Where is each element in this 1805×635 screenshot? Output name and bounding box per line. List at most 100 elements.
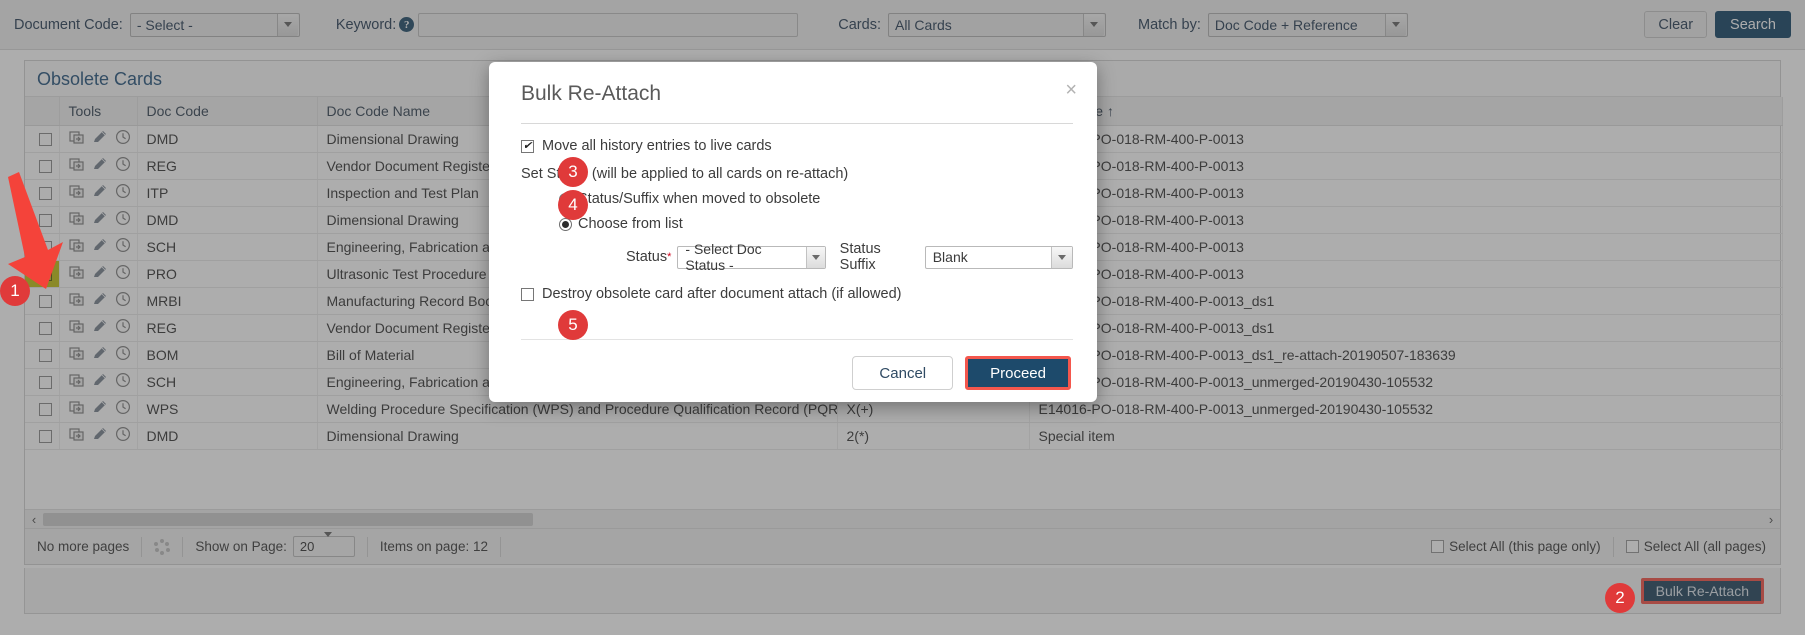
radio-status-when-obsolete-label: Status/Suffix when moved to obsolete (578, 191, 821, 207)
checkbox-box (39, 376, 53, 390)
copy-move-icon[interactable] (68, 399, 85, 415)
cell-reference: E14016-PO-018-RM-400-P-0013_ds1 (1029, 287, 1783, 315)
bulk-re-attach-button[interactable]: Bulk Re-Attach (1640, 577, 1764, 604)
edit-pencil-icon[interactable] (92, 210, 108, 226)
cell-reference: E14016-PO-018-RM-400-P-0013_ds1 (1029, 314, 1783, 342)
history-clock-icon[interactable] (115, 318, 131, 334)
row-tools[interactable] (59, 368, 138, 396)
cell-doc-code: ITP (137, 179, 318, 207)
row-select-checkbox[interactable] (25, 395, 60, 423)
cell-doc-code: SCH (137, 368, 318, 396)
proceed-button[interactable]: Proceed (965, 356, 1071, 390)
select-all-pages-checkbox[interactable]: Select All (all pages) (1625, 539, 1766, 554)
keyword-input[interactable] (418, 12, 799, 37)
edit-pencil-icon[interactable] (92, 183, 108, 199)
select-all-this-page-checkbox[interactable]: Select All (this page only) (1431, 539, 1601, 554)
chevron-down-icon (1050, 246, 1072, 268)
bulk-action-bar: Bulk Re-Attach (24, 568, 1781, 614)
radio-choose-from-list[interactable]: Choose from list (559, 216, 1073, 232)
checkbox-box (39, 133, 53, 147)
checkbox-box (39, 430, 53, 444)
annotation-badge-2: 2 (1605, 583, 1635, 613)
row-tools[interactable] (59, 314, 138, 342)
history-clock-icon[interactable] (115, 345, 131, 361)
row-tools[interactable] (59, 341, 138, 369)
table-row[interactable]: DMD Dimensional Drawing 2(*) Special item (25, 422, 1783, 450)
history-clock-icon[interactable] (115, 237, 131, 253)
table-footer: No more pages Show on Page: 20 Items on … (25, 528, 1780, 564)
cards-label: Cards: (838, 16, 881, 33)
move-history-checkbox[interactable]: Move all history entries to live cards (521, 138, 1073, 154)
destroy-obsolete-checkbox[interactable]: Destroy obsolete card after document att… (521, 286, 1073, 302)
column-header-doc-code[interactable]: Doc Code (137, 97, 318, 126)
history-clock-icon[interactable] (115, 399, 131, 415)
search-button[interactable]: Search (1715, 11, 1791, 38)
column-header-reference[interactable]: Reference ↑ (1029, 97, 1783, 126)
close-icon[interactable]: × (1065, 80, 1077, 100)
checkbox-box (39, 295, 53, 309)
copy-move-icon[interactable] (68, 426, 85, 442)
bulk-re-attach-dialog: Bulk Re-Attach × Move all history entrie… (489, 62, 1097, 402)
cell-doc-code: DMD (137, 125, 318, 153)
cell-doc-code: SCH (137, 233, 318, 261)
edit-pencil-icon[interactable] (92, 345, 108, 361)
checkbox-box (39, 403, 53, 417)
row-select-checkbox[interactable] (25, 125, 60, 153)
row-select-checkbox[interactable] (25, 314, 60, 342)
chevron-down-icon (324, 532, 343, 556)
horizontal-scrollbar[interactable]: ‹ › (25, 509, 1780, 528)
row-tools[interactable] (59, 395, 138, 423)
edit-pencil-icon[interactable] (92, 291, 108, 307)
history-clock-icon[interactable] (115, 291, 131, 307)
column-header-tools[interactable]: Tools (59, 97, 138, 126)
row-tools[interactable] (59, 125, 138, 153)
match-by-select[interactable]: Doc Code + Reference (1207, 12, 1408, 37)
radio-status-when-obsolete[interactable]: Status/Suffix when moved to obsolete (559, 191, 1073, 207)
history-clock-icon[interactable] (115, 129, 131, 145)
history-clock-icon[interactable] (115, 183, 131, 199)
edit-pencil-icon[interactable] (92, 426, 108, 442)
edit-pencil-icon[interactable] (92, 129, 108, 145)
history-clock-icon[interactable] (115, 426, 131, 442)
history-clock-icon[interactable] (115, 156, 131, 172)
copy-move-icon[interactable] (68, 129, 85, 145)
edit-pencil-icon[interactable] (92, 264, 108, 280)
copy-move-icon[interactable] (68, 291, 85, 307)
radio-choose-from-list-label: Choose from list (578, 216, 683, 232)
history-clock-icon[interactable] (115, 210, 131, 226)
row-select-checkbox[interactable] (25, 422, 60, 450)
copy-move-icon[interactable] (68, 372, 85, 388)
row-tools[interactable] (59, 422, 138, 450)
edit-pencil-icon[interactable] (92, 237, 108, 253)
select-all-pages-label: Select All (all pages) (1643, 539, 1766, 554)
scroll-right-icon[interactable]: › (1762, 512, 1780, 527)
cell-doc-code: DMD (137, 422, 318, 450)
document-code-select[interactable]: - Select - (129, 12, 300, 37)
edit-pencil-icon[interactable] (92, 318, 108, 334)
status-value: - Select Doc Status - (685, 241, 762, 273)
history-clock-icon[interactable] (115, 372, 131, 388)
cell-reference: E14016-PO-018-RM-400-P-0013 (1029, 260, 1783, 288)
copy-move-icon[interactable] (68, 345, 85, 361)
cancel-button[interactable]: Cancel (852, 356, 954, 390)
cell-reference: E14016-PO-018-RM-400-P-0013 (1029, 152, 1783, 180)
history-clock-icon[interactable] (115, 264, 131, 280)
status-select[interactable]: - Select Doc Status - (677, 241, 826, 273)
select-all-this-page-label: Select All (this page only) (1449, 539, 1601, 554)
copy-move-icon[interactable] (68, 318, 85, 334)
status-suffix-select[interactable]: Blank (924, 245, 1073, 269)
chevron-down-icon (805, 246, 825, 268)
edit-pencil-icon[interactable] (92, 372, 108, 388)
cards-select[interactable]: All Cards (887, 12, 1106, 37)
row-select-checkbox[interactable] (25, 368, 60, 396)
dialog-header: Bulk Re-Attach × (489, 62, 1097, 124)
edit-pencil-icon[interactable] (92, 156, 108, 172)
help-icon[interactable]: ? (399, 17, 415, 32)
clear-button[interactable]: Clear (1644, 11, 1708, 38)
scrollbar-thumb[interactable] (43, 513, 533, 526)
dialog-title: Bulk Re-Attach (521, 82, 662, 105)
row-select-checkbox[interactable] (25, 341, 60, 369)
edit-pencil-icon[interactable] (92, 399, 108, 415)
show-on-page-select[interactable]: 20 (292, 532, 355, 557)
scroll-left-icon[interactable]: ‹ (25, 512, 43, 527)
